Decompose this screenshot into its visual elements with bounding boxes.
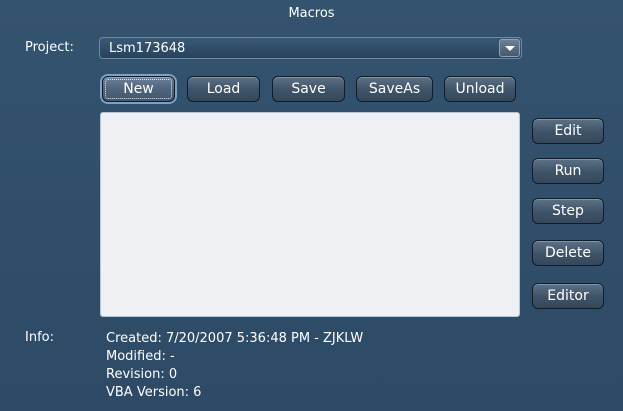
macro-list[interactable] — [100, 112, 520, 317]
info-label: Info: — [25, 330, 54, 345]
project-label: Project: — [25, 40, 74, 55]
new-button[interactable]: New — [102, 76, 175, 102]
run-button[interactable]: Run — [532, 158, 604, 184]
saveas-button[interactable]: SaveAs — [356, 76, 433, 102]
macros-dialog: Macros Project: Lsm173648 New Load Save … — [0, 0, 623, 411]
load-button[interactable]: Load — [187, 76, 260, 102]
info-modified: Modified: - — [106, 349, 175, 364]
delete-button[interactable]: Delete — [532, 240, 604, 266]
editor-button[interactable]: Editor — [532, 283, 604, 309]
info-revision: Revision: 0 — [106, 367, 178, 382]
project-dropdown-value: Lsm173648 — [109, 41, 186, 56]
step-button[interactable]: Step — [532, 198, 604, 224]
chevron-down-icon[interactable] — [499, 39, 520, 57]
info-details: Created: 7/20/2007 5:36:48 PM - ZJKLW Mo… — [106, 330, 363, 402]
project-dropdown[interactable]: Lsm173648 — [99, 37, 522, 59]
save-button[interactable]: Save — [272, 76, 345, 102]
info-vba-version: VBA Version: 6 — [106, 385, 202, 400]
unload-button[interactable]: Unload — [444, 76, 516, 102]
edit-button[interactable]: Edit — [532, 118, 604, 144]
dialog-title: Macros — [288, 6, 335, 21]
info-created: Created: 7/20/2007 5:36:48 PM - ZJKLW — [106, 331, 364, 346]
